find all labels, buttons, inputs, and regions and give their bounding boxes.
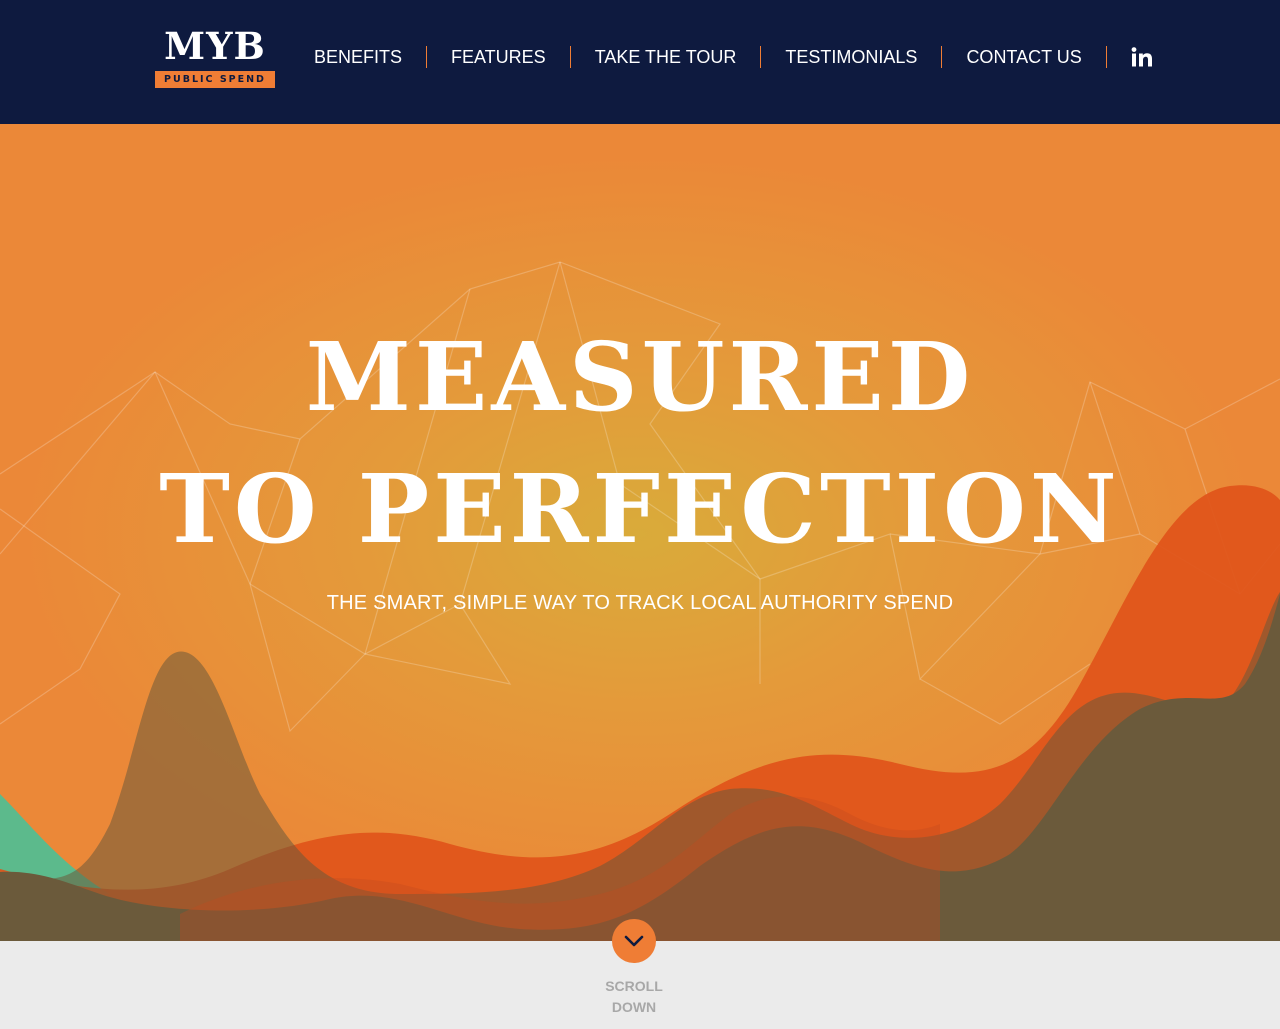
scroll-down-button[interactable]: [612, 919, 656, 963]
scroll-down-label[interactable]: SCROLL DOWN: [584, 976, 684, 1018]
nav-link-contact-us[interactable]: CONTACT US: [942, 44, 1105, 70]
hero-section: MEASURED TO PERFECTION THE SMART, SIMPLE…: [0, 124, 1280, 941]
nav-link-take-the-tour[interactable]: TAKE THE TOUR: [571, 44, 761, 70]
scroll-label-line-1: SCROLL: [605, 978, 663, 994]
linkedin-icon: [1131, 47, 1152, 67]
logo-wordmark: MYB: [164, 24, 266, 68]
nav-link-testimonials[interactable]: TESTIMONIALS: [761, 44, 941, 70]
top-navigation-bar: MYB PUBLIC SPEND BENEFITS FEATURES TAKE …: [0, 0, 1280, 124]
myb-logo[interactable]: MYB PUBLIC SPEND: [154, 24, 276, 90]
nav-link-benefits[interactable]: BENEFITS: [290, 44, 426, 70]
scroll-label-line-2: DOWN: [611, 999, 657, 1015]
logo-tagline: PUBLIC SPEND: [155, 71, 275, 88]
hero-title-line-1: MEASURED: [305, 322, 975, 433]
main-nav: BENEFITS FEATURES TAKE THE TOUR TESTIMON…: [290, 44, 1153, 70]
chevron-down-icon: [624, 935, 644, 947]
linkedin-link[interactable]: [1107, 44, 1153, 70]
hero-title: MEASURED TO PERFECTION: [0, 312, 1280, 576]
hero-subtitle: THE SMART, SIMPLE WAY TO TRACK LOCAL AUT…: [326, 592, 954, 614]
hero-title-line-2: TO PERFECTION: [159, 454, 1121, 565]
nav-link-features[interactable]: FEATURES: [427, 44, 570, 70]
